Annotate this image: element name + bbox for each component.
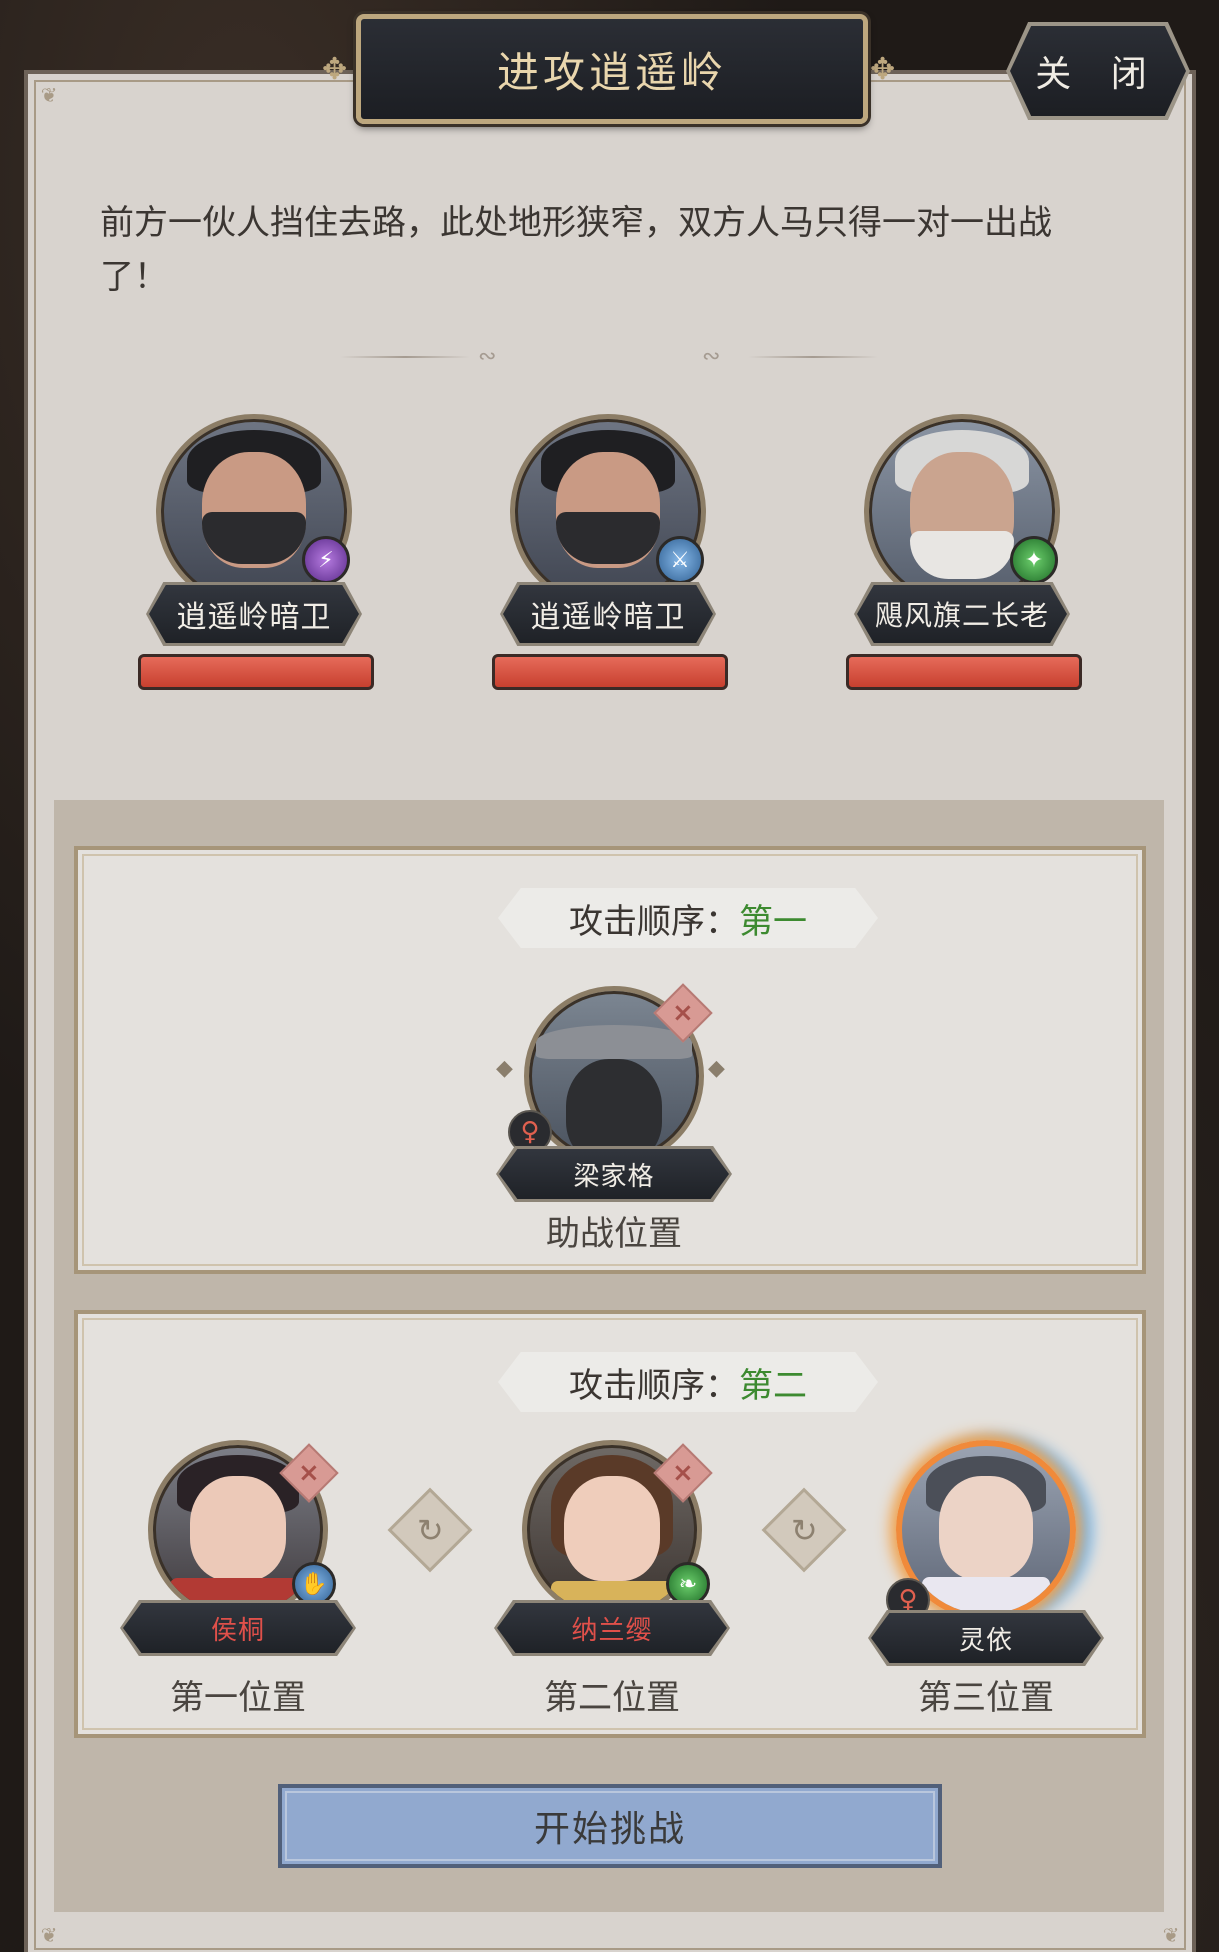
order-value: 第一 <box>739 901 807 942</box>
corner-ornament: ❦ <box>40 83 58 107</box>
enemy-card[interactable]: ✦ 飓风旗二长老 <box>826 414 1082 694</box>
swap-button[interactable]: ↻ <box>761 1487 847 1573</box>
slot-position-label: 助战位置 <box>546 1214 682 1254</box>
swap-button[interactable]: ↻ <box>387 1487 473 1573</box>
green-leaf-icon: ❧ <box>666 1562 710 1606</box>
divider-line <box>748 356 878 358</box>
enemy-hp-bar <box>846 654 1082 690</box>
corner-ornament: ❦ <box>1162 1923 1180 1947</box>
order-label: 攻击顺序： <box>569 901 739 942</box>
order-second-tag: 攻击顺序： 第二 <box>498 1352 878 1412</box>
enemy-hp-bar <box>492 654 728 690</box>
title-ornament-left: ✥ <box>322 52 348 87</box>
slot-position-label: 第三位置 <box>918 1678 1054 1718</box>
enemy-name: 逍遥岭暗卫 <box>503 585 713 643</box>
enemy-name: 飓风旗二长老 <box>857 585 1067 643</box>
corner-ornament: ❦ <box>40 1923 58 1947</box>
enemy-card[interactable]: ⚡ 逍遥岭暗卫 <box>118 414 374 694</box>
slot-ornament: ◆ <box>708 1056 725 1081</box>
blue-sword-icon: ⚔ <box>656 536 704 584</box>
divider-line <box>340 356 470 358</box>
blue-fist-icon: ✋ <box>292 1562 336 1606</box>
close-button[interactable]: 关 闭 <box>1010 26 1186 116</box>
order-first-tag: 攻击顺序： 第一 <box>498 888 878 948</box>
enemy-card[interactable]: ⚔ 逍遥岭暗卫 <box>472 414 728 694</box>
start-challenge-button[interactable]: 开始挑战 <box>278 1784 942 1868</box>
dialog-title: 进攻逍遥岭 <box>356 14 868 124</box>
order-label: 攻击顺序： <box>569 1365 739 1406</box>
slot-ornament: ◆ <box>496 1056 513 1081</box>
divider-ornament: ∾ <box>702 344 721 369</box>
enemy-name: 逍遥岭暗卫 <box>149 585 359 643</box>
order-second-box: 攻击顺序： 第二 × ✋ 侯桐 第一位置 ↻ × ❧ 纳兰缨 第二位置 ↻ ♀ … <box>74 1310 1146 1738</box>
order-value: 第二 <box>739 1365 807 1406</box>
title-ornament-right: ✥ <box>870 52 896 87</box>
slot-position-label: 第一位置 <box>170 1678 306 1718</box>
order-first-box: 攻击顺序： 第一 × ♀ 梁家格 助战位置 ◆ ◆ <box>74 846 1146 1274</box>
intro-text: 前方一伙人挡住去路，此处地形狭窄，双方人马只得一对一出战了！ <box>100 203 1052 297</box>
purple-spear-icon: ⚡ <box>302 536 350 584</box>
green-boot-icon: ✦ <box>1010 536 1058 584</box>
slot-position-label: 第二位置 <box>544 1678 680 1718</box>
divider-ornament: ∾ <box>478 344 497 369</box>
hero-name: 梁家格 <box>499 1149 729 1199</box>
hero-name: 侯桐 <box>123 1603 353 1653</box>
hero-name: 纳兰缨 <box>497 1603 727 1653</box>
hero-name: 灵依 <box>871 1613 1101 1663</box>
enemy-hp-bar <box>138 654 374 690</box>
